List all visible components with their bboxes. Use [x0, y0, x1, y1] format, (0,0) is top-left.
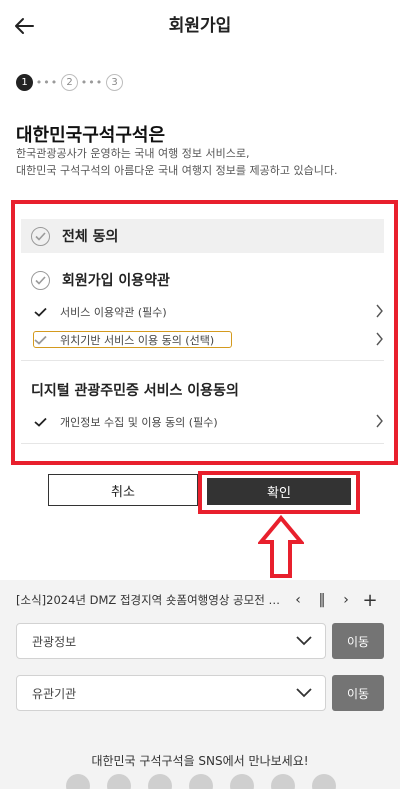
tiktok-icon[interactable] — [312, 774, 336, 789]
notice-ticker: [소식]2024년 DMZ 접경지역 숏폼여행영상 공모전 이벤트 ‹ ‖ › … — [16, 590, 386, 611]
term-service[interactable]: 서비스 이용약관 (필수) — [34, 301, 384, 323]
divider — [21, 443, 384, 444]
story-icon[interactable] — [230, 774, 254, 789]
blog-icon[interactable] — [107, 774, 131, 789]
sns-links — [66, 774, 353, 789]
term-service-label: 서비스 이용약관 (필수) — [60, 306, 167, 319]
facebook-icon[interactable] — [148, 774, 172, 789]
agree-all-row[interactable]: 전체 동의 — [21, 219, 384, 253]
step-dots: ••• — [80, 75, 104, 89]
page-title: 회원가입 — [168, 16, 232, 36]
term-location-label: 위치기반 서비스 이용 동의 (선택) — [60, 334, 215, 347]
divider — [21, 360, 384, 361]
sns-title: 대한민국 구석구석을 SNS에서 만나보세요! — [91, 754, 309, 768]
check-icon — [34, 335, 47, 345]
cancel-button[interactable]: 취소 — [48, 474, 198, 506]
chevron-right-icon[interactable] — [375, 414, 384, 428]
related-org-select-value: 유관기관 — [32, 686, 77, 701]
chevron-right-icon[interactable] — [375, 304, 384, 318]
intro-desc-line2: 대한민국 구석구석의 아름다운 국내 여행지 정보를 제공하고 있습니다. — [16, 164, 338, 177]
notice-pause-button[interactable]: ‖ — [310, 590, 334, 610]
related-org-go-button[interactable]: 이동 — [332, 675, 384, 711]
step-1: 1 — [16, 73, 33, 91]
arrow-left-icon — [15, 18, 34, 34]
term-location[interactable]: 위치기반 서비스 이용 동의 (선택) — [34, 329, 384, 351]
x-icon[interactable] — [189, 774, 213, 789]
term-privacy-label: 개인정보 수집 및 이용 동의 (필수) — [60, 416, 218, 429]
confirm-button[interactable]: 확인 — [207, 478, 351, 505]
chevron-down-icon — [296, 636, 312, 646]
tourism-info-select-value: 관광정보 — [32, 634, 77, 649]
check-icon — [35, 275, 46, 285]
intro-title: 대한민국구석구석은 — [16, 125, 166, 146]
chevron-right-icon[interactable] — [375, 332, 384, 346]
signup-terms-title: 회원가입 이용약관 — [62, 273, 170, 289]
notice-more-button[interactable]: + — [358, 590, 382, 611]
digital-id-terms-title: 디지털 관광주민증 서비스 이용동의 — [31, 383, 239, 399]
term-privacy[interactable]: 개인정보 수집 및 이용 동의 (필수) — [34, 411, 384, 433]
signup-terms-checkbox[interactable] — [31, 270, 50, 290]
check-icon — [34, 417, 47, 427]
term-service-checkbox[interactable] — [34, 307, 48, 317]
chevron-down-icon — [296, 688, 312, 698]
signup-terms-group[interactable]: 회원가입 이용약관 — [31, 268, 170, 292]
notice-next-button[interactable]: › — [334, 590, 358, 610]
step-indicator: 1 ••• 2 ••• 3 — [16, 73, 123, 91]
header: 회원가입 — [0, 0, 400, 52]
agree-all-label: 전체 동의 — [62, 229, 119, 245]
related-org-select[interactable]: 유관기관 — [16, 675, 326, 711]
step-2: 2 — [61, 73, 78, 91]
check-icon — [34, 307, 47, 317]
intro-description: 한국관광공사가 운영하는 국내 여행 정보 서비스로, 대한민국 구석구석의 아… — [16, 145, 388, 179]
back-button[interactable] — [10, 12, 38, 40]
instagram-icon[interactable] — [271, 774, 295, 789]
intro-desc-line1: 한국관광공사가 운영하는 국내 여행 정보 서비스로, — [16, 147, 250, 160]
notice-text[interactable]: [소식]2024년 DMZ 접경지역 숏폼여행영상 공모전 이벤트 — [16, 592, 286, 608]
up-arrow-annotation-icon — [258, 515, 304, 578]
check-icon — [35, 231, 46, 241]
notice-prev-button[interactable]: ‹ — [286, 590, 310, 610]
tourism-info-go-button[interactable]: 이동 — [332, 623, 384, 659]
agree-all-checkbox[interactable] — [31, 226, 50, 246]
tourism-info-select[interactable]: 관광정보 — [16, 623, 326, 659]
term-privacy-checkbox[interactable] — [34, 417, 48, 427]
term-location-checkbox[interactable] — [34, 335, 48, 345]
youtube-icon[interactable] — [66, 774, 90, 789]
step-3: 3 — [106, 73, 123, 91]
step-dots: ••• — [35, 75, 59, 89]
